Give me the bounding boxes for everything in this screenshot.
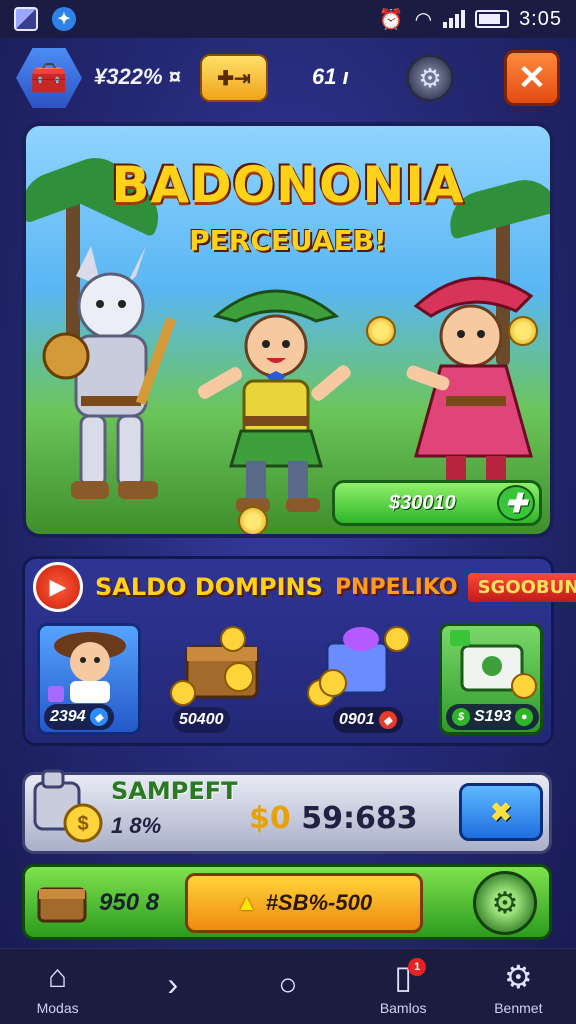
cash-icon: $ <box>452 708 470 726</box>
plus-icon: ✚ <box>497 485 535 521</box>
ruby-icon: ◆ <box>378 711 397 729</box>
reward-claim-label: #SB%-500 <box>265 890 373 915</box>
gem-icon: ◆ <box>89 708 108 726</box>
signal-icon <box>443 10 466 28</box>
hero-cta-label: $30010 <box>389 491 456 514</box>
coin-icon <box>366 316 396 346</box>
settings-gear-icon: ⚙ <box>504 958 533 995</box>
timer-value: $0 59:683 <box>249 801 418 836</box>
shop-title: SALDO DOMPINS <box>95 573 323 601</box>
circle-icon: ○ <box>278 966 298 1002</box>
avatar-character-icon <box>48 632 126 703</box>
top-bar: 🧰 ¥322% ¤ ✚⇥ 61 ı ⚙ ✕ <box>16 42 562 114</box>
alarm-icon: ⏰ <box>378 8 405 31</box>
shop-item[interactable]: 2394 ◆ <box>37 623 141 735</box>
shop-tag-badge: SGOOBUNG <box>467 572 576 602</box>
item-price: $ S193 ● <box>446 704 540 730</box>
timer-action-button[interactable]: ✖ <box>459 783 543 841</box>
gift-box-icon <box>307 626 410 707</box>
wifi-icon: ◠ <box>414 8 434 31</box>
settings-gear-icon[interactable]: ⚙ <box>406 54 454 102</box>
nav-item-home[interactable]: ⌂ Modas <box>13 952 103 1022</box>
hero-cta-button[interactable]: $30010 ✚ <box>332 480 542 526</box>
timer-bar: $ SAMPEFT 1 8% $0 59:683 ✖ <box>22 769 552 854</box>
shop-item[interactable]: $ S193 ● <box>439 623 543 735</box>
chest-icon <box>37 887 87 923</box>
battery-icon <box>475 10 510 28</box>
status-bar: ✦ ⏰ ◠ 3:05 <box>0 0 576 38</box>
coin-icon <box>238 506 268 534</box>
knight-character <box>42 246 177 499</box>
reward-claim-button[interactable]: ▲ #SB%-500 <box>185 873 423 933</box>
treasure-chest-icon <box>170 626 259 706</box>
app-notification-icon: ✦ <box>52 7 76 31</box>
status-time: 3:05 <box>519 7 562 30</box>
shop-items: 2394 ◆ 50400 0901 ◆ $ S193 ● <box>37 623 545 735</box>
reward-bar: 950 8 ▲ #SB%-500 ⚙ <box>22 864 552 940</box>
gear-icon[interactable]: ⚙ <box>473 871 537 935</box>
bottom-navigation: ⌂ Modas › ○ ▯ 1 Bamlos ⚙ Benmet <box>0 948 576 1024</box>
item-price: 50400 <box>173 707 230 733</box>
close-button[interactable]: ✕ <box>504 50 560 106</box>
nav-item-settings[interactable]: ⚙ Benmet <box>473 952 563 1022</box>
nav-label: Modas <box>36 999 79 1016</box>
hero-banner: BADONONIA PERCEUAEB! $30010 ✚ <box>22 122 554 538</box>
currency-amount: ¥322% ¤ <box>94 64 181 89</box>
chevron-right-icon: › <box>167 966 179 1002</box>
nav-label: Bamlos <box>379 999 427 1016</box>
coin-icon <box>508 316 538 346</box>
secondary-amount: 61 ı <box>312 64 349 89</box>
nav-item-circle[interactable]: ○ <box>243 952 333 1022</box>
girl-character <box>406 276 534 492</box>
home-icon: ⌂ <box>47 958 68 994</box>
timer-percent: 1 8% <box>111 813 162 838</box>
notification-badge: 1 <box>408 957 427 976</box>
timer-title: SAMPEFT <box>111 777 238 805</box>
shop-panel: ▶ SALDO DOMPINS PNPELIKO SGOOBUNG 2394 ◆ <box>22 556 576 746</box>
gallery-icon <box>14 7 38 31</box>
hero-title: BADONONIA <box>111 156 465 214</box>
item-price: 0901 ◆ <box>333 707 403 733</box>
cash-bundle-icon <box>450 630 537 699</box>
play-video-icon[interactable]: ▶ <box>33 562 83 612</box>
svg-text:$: $ <box>77 813 88 835</box>
shop-tag: PNPELIKO <box>334 574 458 600</box>
nav-item-forward[interactable]: › <box>128 952 218 1022</box>
nav-label: Benmet <box>494 999 543 1016</box>
warning-triangle-icon: ▲ <box>235 890 258 915</box>
nav-item-notifications[interactable]: ▯ 1 Bamlos <box>358 952 448 1022</box>
treasure-chest-icon[interactable]: 🧰 <box>16 48 82 108</box>
reward-count: 950 8 <box>99 889 160 916</box>
cash-icon: ● <box>515 708 534 726</box>
ticket-button[interactable]: ✚⇥ <box>200 54 268 102</box>
item-price: 2394 ◆ <box>44 704 114 730</box>
shop-item[interactable]: 0901 ◆ <box>303 623 410 735</box>
piggy-bank-icon: $ <box>33 769 103 843</box>
hero-character <box>197 289 351 512</box>
shop-item[interactable]: 50400 <box>169 623 273 735</box>
shop-header: ▶ SALDO DOMPINS PNPELIKO SGOOBUNG <box>33 562 576 612</box>
